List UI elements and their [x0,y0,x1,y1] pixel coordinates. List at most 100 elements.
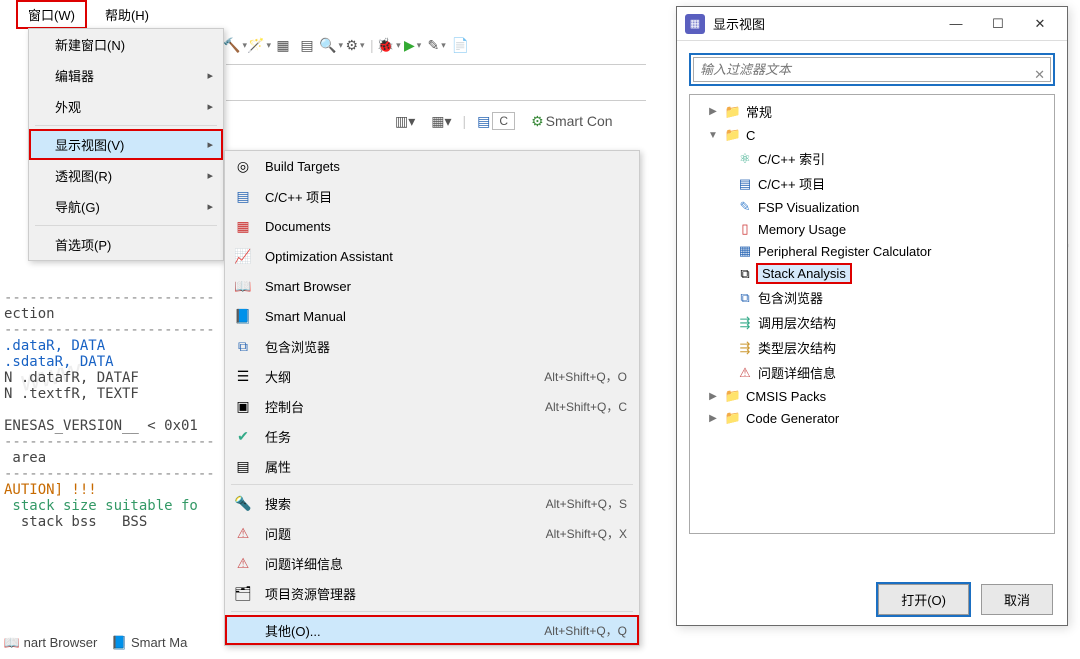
fsp-icon: ✎ [736,199,754,215]
smi-tasks[interactable]: ✔任务 [225,421,639,451]
smi-outline[interactable]: ☰大纲Alt+Shift+Q，O [225,361,639,391]
tree-memory[interactable]: ▯Memory Usage [692,218,1052,240]
smi-project-explorer[interactable]: 🗂项目资源管理器 [225,578,639,608]
tree-cmsis[interactable]: ▶📁CMSIS Packs [692,385,1052,407]
mi-new-window[interactable]: 新建窗口(N) [29,29,223,60]
filter-wrap [689,53,1055,86]
view-tree[interactable]: ▶📁常规 ▼📁C ⚛C/C++ 索引 ▤C/C++ 项目 ✎FSP Visual… [689,94,1055,534]
dialog-title: 显示视图 [713,14,935,33]
menu-help[interactable]: 帮助(H) [95,2,159,27]
browser2-icon: 📖 [4,635,20,651]
tool-icon[interactable]: 🪄 [250,36,268,54]
tree-include-browser[interactable]: ⧉包含浏览器 [692,285,1052,310]
type-icon: ⇶ [736,340,754,356]
gear-icon[interactable]: ⚙ [346,36,364,54]
pane-icon[interactable]: ▦▾ [426,111,456,132]
tree-problem-details[interactable]: ⚠问题详细信息 [692,360,1052,385]
tree-stack-analysis[interactable]: ⧉Stack Analysis [692,262,1052,285]
tree-c[interactable]: ▼📁C [692,124,1052,146]
folder-icon: 📁 [724,410,742,426]
c-icon: ▤ [477,113,490,130]
tree-type-hierarchy[interactable]: ⇶类型层次结构 [692,335,1052,360]
project-icon: 🗂 [233,583,253,603]
tree-general[interactable]: ▶📁常规 [692,99,1052,124]
smi-build-targets[interactable]: ◎Build Targets [225,151,639,181]
dialog-titlebar: ▦ 显示视图 — ☐ ✕ [677,7,1067,41]
tasks-icon: ✔ [233,426,253,446]
search-icon[interactable]: 🔍 [322,36,340,54]
close-button[interactable]: ✕ [1019,10,1061,38]
ide-window: 窗口(W) 帮助(H) 🔨 🪄 ▦ ▤ 🔍 ⚙ | 🐞 ▶ ✎ 📄 ▥▾ ▦▾ … [0,0,660,659]
memory-icon: ▯ [736,221,754,237]
mi-preferences[interactable]: 首选项(P) [29,229,223,260]
run-icon[interactable]: ▶ [404,36,422,54]
index-icon: ⚛ [736,151,754,167]
mi-perspective[interactable]: 透视图(R) [29,160,223,191]
pdf-icon: ▦ [233,216,253,236]
bottom-tabs: 📖 nart Browser 📘 Smart Ma [0,630,187,656]
window-dropdown: 新建窗口(N) 编辑器 外观 显示视图(V) 透视图(R) 导航(G) 首选项(… [28,28,224,261]
maximize-button[interactable]: ☐ [977,10,1019,38]
binary-icon[interactable]: ▦ [274,36,292,54]
tree-c-projects[interactable]: ▤C/C++ 项目 [692,171,1052,196]
new-icon[interactable]: 📄 [452,36,470,54]
manual-icon: 📘 [233,306,253,326]
show-view-dialog: ▦ 显示视图 — ☐ ✕ ✕ ▶📁常规 ▼📁C ⚛C/C++ 索引 ▤C/C++… [676,6,1068,626]
browser-icon: 📖 [233,276,253,296]
tree-codegen[interactable]: ▶📁Code Generator [692,407,1052,429]
c-file-icon: ▤ [736,176,754,192]
smi-problem-details[interactable]: ⚠问题详细信息 [225,548,639,578]
c-perspective[interactable]: ▤ C [472,110,520,132]
smart-icon: ⚙ [531,113,544,130]
tree-c-index[interactable]: ⚛C/C++ 索引 [692,146,1052,171]
mi-show-view[interactable]: 显示视图(V) [29,129,223,160]
hammer-icon[interactable]: 🔨 [226,36,244,54]
tree-peripheral[interactable]: ▦Peripheral Register Calculator [692,240,1052,262]
tab-smart-m[interactable]: 📘 Smart Ma [111,635,187,651]
tree-fsp[interactable]: ✎FSP Visualization [692,196,1052,218]
smi-optimization[interactable]: 📈Optimization Assistant [225,241,639,271]
smi-smart-browser[interactable]: 📖Smart Browser [225,271,639,301]
folder-icon: 📁 [724,127,742,143]
minimize-button[interactable]: — [935,10,977,38]
menubar: 窗口(W) 帮助(H) [0,0,659,28]
problem-icon: ⚠ [736,365,754,381]
tab-smart-browser[interactable]: 📖 nart Browser [4,635,97,651]
smi-console[interactable]: ▣控制台Alt+Shift+Q，C [225,391,639,421]
filter-input[interactable] [693,57,1051,82]
bug-icon[interactable]: 🐞 [380,36,398,54]
mi-editor[interactable]: 编辑器 [29,60,223,91]
smi-search[interactable]: 🔦搜索Alt+Shift+Q，S [225,488,639,518]
call-icon: ⇶ [736,315,754,331]
folder-icon: 📁 [724,388,742,404]
tree-call-hierarchy[interactable]: ⇶调用层次结构 [692,310,1052,335]
mi-appearance[interactable]: 外观 [29,91,223,122]
props-icon: ▤ [233,456,253,476]
smi-smart-manual[interactable]: 📘Smart Manual [225,301,639,331]
mi-navigation[interactable]: 导航(G) [29,191,223,222]
smi-properties[interactable]: ▤属性 [225,451,639,481]
smi-problems[interactable]: ⚠问题Alt+Shift+Q，X [225,518,639,548]
smart-button[interactable]: ⚙ Smart Con [526,111,617,132]
dialog-body: ✕ ▶📁常规 ▼📁C ⚛C/C++ 索引 ▤C/C++ 项目 ✎FSP Visu… [677,41,1067,546]
problems-icon: ⚠ [233,523,253,543]
include2-icon: ⧉ [736,290,754,306]
view-icon[interactable]: ▥▾ [390,111,420,132]
grid-icon[interactable]: ▤ [298,36,316,54]
search2-icon: 🔦 [233,493,253,513]
show-view-submenu: ◎Build Targets ▤C/C++ 项目 ▦Documents 📈Opt… [224,150,640,646]
smi-include-browser[interactable]: ⧉包含浏览器 [225,331,639,361]
smi-c-projects[interactable]: ▤C/C++ 项目 [225,181,639,211]
calc-icon: ▦ [736,243,754,259]
smi-other[interactable]: 其他(O)...Alt+Shift+Q，Q [225,615,639,645]
c-file-icon: ▤ [233,186,253,206]
clear-filter-icon[interactable]: ✕ [1034,67,1045,83]
tool2-icon[interactable]: ✎ [428,36,446,54]
opt-icon: 📈 [233,246,253,266]
menu-window[interactable]: 窗口(W) [16,0,87,29]
open-button[interactable]: 打开(O) [878,584,969,615]
smi-documents[interactable]: ▦Documents [225,211,639,241]
problem-det-icon: ⚠ [233,553,253,573]
cancel-button[interactable]: 取消 [981,584,1053,615]
console-icon: ▣ [233,396,253,416]
